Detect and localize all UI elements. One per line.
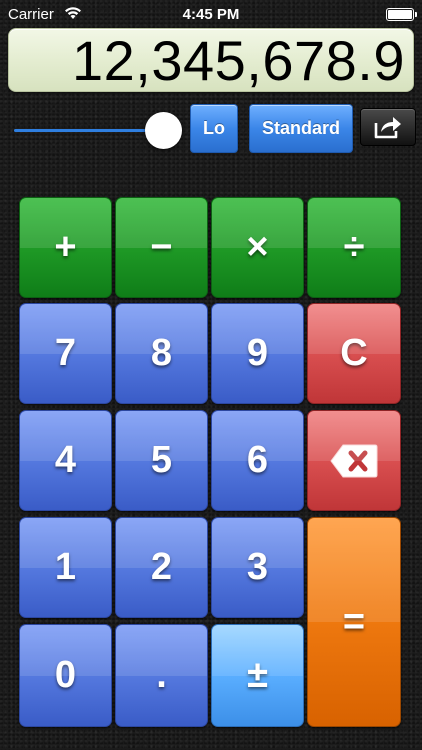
clock: 4:45 PM <box>182 6 240 23</box>
clear-button[interactable]: C <box>307 303 401 404</box>
display-value: 12,345,678.9 <box>72 29 405 92</box>
divide-button[interactable]: ÷ <box>307 197 401 298</box>
digit-0-button[interactable]: 0 <box>19 624 112 727</box>
backspace-button[interactable] <box>307 410 401 511</box>
add-button[interactable]: + <box>19 197 112 298</box>
multiply-button[interactable]: × <box>211 197 304 298</box>
subtract-button[interactable]: − <box>115 197 208 298</box>
decimal-button[interactable]: . <box>115 624 208 727</box>
backspace-icon <box>330 444 378 477</box>
digit-3-button[interactable]: 3 <box>211 517 304 618</box>
share-icon <box>374 117 401 139</box>
precision-slider-track[interactable] <box>14 129 164 132</box>
battery-icon <box>386 8 417 21</box>
digit-5-button[interactable]: 5 <box>115 410 208 511</box>
digit-1-button[interactable]: 1 <box>19 517 112 618</box>
status-bar: Carrier 4:45 PM <box>0 0 422 28</box>
digit-7-button[interactable]: 7 <box>19 303 112 404</box>
lo-button[interactable]: Lo <box>190 104 238 153</box>
digit-4-button[interactable]: 4 <box>19 410 112 511</box>
digit-9-button[interactable]: 9 <box>211 303 304 404</box>
share-button[interactable] <box>360 108 416 146</box>
mode-button[interactable]: Standard <box>249 104 353 153</box>
calculator-display: 12,345,678.9 <box>8 28 414 92</box>
precision-slider-knob[interactable] <box>145 112 182 149</box>
digit-2-button[interactable]: 2 <box>115 517 208 618</box>
plus-minus-button[interactable]: ± <box>211 624 304 727</box>
digit-8-button[interactable]: 8 <box>115 303 208 404</box>
equals-button[interactable]: = <box>307 517 401 727</box>
digit-6-button[interactable]: 6 <box>211 410 304 511</box>
